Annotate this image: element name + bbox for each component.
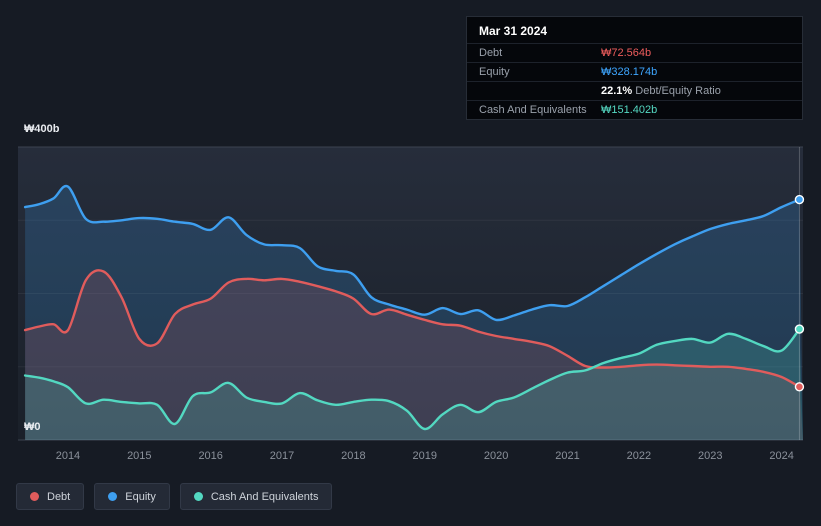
cash-legend-label: Cash And Equivalents xyxy=(210,490,319,503)
cash-legend-dot xyxy=(193,492,203,501)
tooltip-cash-label: Cash And Equivalents xyxy=(479,104,587,116)
tooltip-row-cash: Cash And Equivalents ₩151.402b xyxy=(467,100,802,119)
legend-item-equity[interactable]: Equity xyxy=(94,483,170,510)
cash-endpoint-marker[interactable] xyxy=(794,324,805,334)
tooltip-ratio-value: 22.1% Debt/Equity Ratio xyxy=(601,85,721,97)
x-tick-2020: 2020 xyxy=(484,450,508,462)
y-axis-label-max: ₩400b xyxy=(24,123,60,135)
equity-legend-label: Equity xyxy=(125,490,156,503)
tooltip: Mar 31 2024 Debt ₩72.564b Equity ₩328.17… xyxy=(466,16,803,120)
x-tick-2014: 2014 xyxy=(56,450,80,462)
legend-item-debt[interactable]: Debt xyxy=(16,483,85,510)
tooltip-date: Mar 31 2024 xyxy=(479,24,548,38)
tooltip-cash-value: ₩151.402b xyxy=(601,104,658,116)
y-axis-label-zero: ₩0 xyxy=(24,421,41,433)
x-tick-2018: 2018 xyxy=(341,450,365,462)
tooltip-ratio-label: Debt/Equity Ratio xyxy=(635,85,721,97)
tooltip-row-equity: Equity ₩328.174b xyxy=(467,62,802,81)
x-tick-2019: 2019 xyxy=(413,450,437,462)
legend-item-cash[interactable]: Cash And Equivalents xyxy=(179,483,333,510)
x-tick-2016: 2016 xyxy=(198,450,222,462)
x-tick-2023: 2023 xyxy=(698,450,722,462)
x-tick-2015: 2015 xyxy=(127,450,151,462)
x-tick-2022: 2022 xyxy=(627,450,651,462)
tooltip-row-ratio: 22.1% Debt/Equity Ratio xyxy=(467,81,802,100)
debt-legend-dot xyxy=(30,492,39,501)
tooltip-debt-value: ₩72.564b xyxy=(601,47,652,59)
tooltip-debt-label: Debt xyxy=(479,47,503,59)
equity-legend-dot xyxy=(108,492,118,501)
tooltip-ratio-percent: 22.1% xyxy=(601,85,633,97)
x-tick-2021: 2021 xyxy=(555,450,579,462)
x-tick-2024: 2024 xyxy=(769,450,793,462)
debt-equity-history-panel: 2014 2015 2016 2017 2018 2019 2020 2021 2022 2023… xyxy=(0,0,821,526)
tooltip-row-debt: Debt ₩72.564b xyxy=(467,43,802,62)
legend: Debt Equity Cash And Equivalents xyxy=(16,483,333,510)
tooltip-equity-label: Equity xyxy=(479,66,510,78)
debt-legend-label: Debt xyxy=(47,490,71,503)
x-tick-2017: 2017 xyxy=(270,450,294,462)
tooltip-equity-value: ₩328.174b xyxy=(601,66,658,78)
debt-endpoint-marker[interactable] xyxy=(794,382,805,392)
equity-endpoint-marker[interactable] xyxy=(794,194,805,205)
